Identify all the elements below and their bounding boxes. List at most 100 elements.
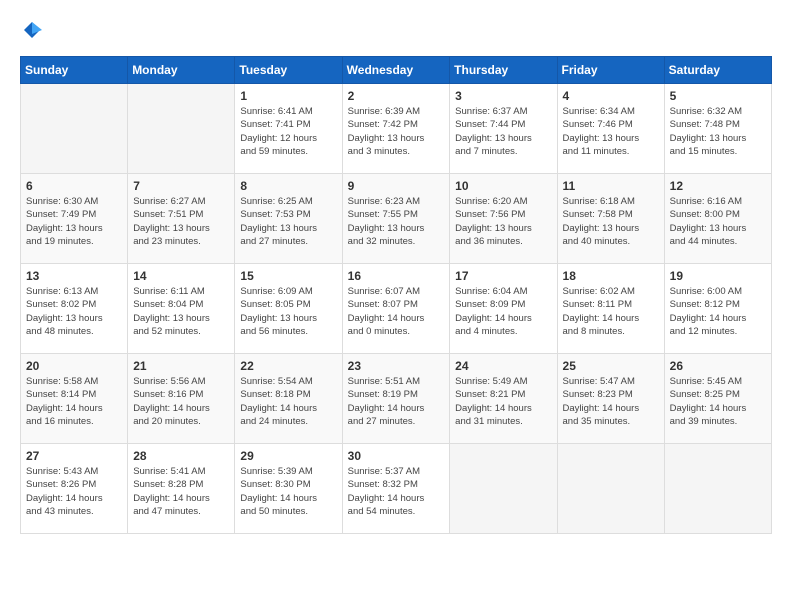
day-info: Sunrise: 6:23 AM Sunset: 7:55 PM Dayligh… — [348, 195, 445, 248]
calendar-cell: 3 Sunrise: 6:37 AM Sunset: 7:44 PM Daylig… — [450, 84, 557, 174]
day-info: Sunrise: 6:32 AM Sunset: 7:48 PM Dayligh… — [670, 105, 766, 158]
calendar-cell: 11Sunrise: 6:18 AM Sunset: 7:58 PM Dayli… — [557, 174, 664, 264]
calendar-cell — [664, 444, 771, 534]
calendar-cell: 6 Sunrise: 6:30 AM Sunset: 7:49 PM Daylig… — [21, 174, 128, 264]
day-number: 21 — [133, 359, 229, 373]
calendar-cell: 5 Sunrise: 6:32 AM Sunset: 7:48 PM Daylig… — [664, 84, 771, 174]
calendar-week-row: 6 Sunrise: 6:30 AM Sunset: 7:49 PM Daylig… — [21, 174, 772, 264]
day-info: Sunrise: 6:41 AM Sunset: 7:41 PM Dayligh… — [240, 105, 336, 158]
day-number: 26 — [670, 359, 766, 373]
calendar-cell: 30Sunrise: 5:37 AM Sunset: 8:32 PM Dayli… — [342, 444, 450, 534]
day-number: 2 — [348, 89, 445, 103]
calendar-cell: 29 Sunrise: 5:39 AM Sunset: 8:30 PM Dayli… — [235, 444, 342, 534]
day-info: Sunrise: 6:34 AM Sunset: 7:46 PM Dayligh… — [563, 105, 659, 158]
calendar-cell: 23Sunrise: 5:51 AM Sunset: 8:19 PM Dayli… — [342, 354, 450, 444]
day-info: Sunrise: 5:58 AM Sunset: 8:14 PM Dayligh… — [26, 375, 122, 428]
day-info: Sunrise: 6:37 AM Sunset: 7:44 PM Dayligh… — [455, 105, 551, 158]
calendar-cell: 9 Sunrise: 6:23 AM Sunset: 7:55 PM Daylig… — [342, 174, 450, 264]
day-number: 25 — [563, 359, 659, 373]
day-number: 29 — [240, 449, 336, 463]
day-info: Sunrise: 6:16 AM Sunset: 8:00 PM Dayligh… — [670, 195, 766, 248]
calendar-cell — [450, 444, 557, 534]
day-number: 27 — [26, 449, 122, 463]
calendar-week-row: 20 Sunrise: 5:58 AM Sunset: 8:14 PM Dayli… — [21, 354, 772, 444]
day-info: Sunrise: 6:20 AM Sunset: 7:56 PM Dayligh… — [455, 195, 551, 248]
day-info: Sunrise: 6:13 AM Sunset: 8:02 PM Dayligh… — [26, 285, 122, 338]
calendar-week-row: 1Sunrise: 6:41 AM Sunset: 7:41 PM Daylig… — [21, 84, 772, 174]
day-number: 22 — [240, 359, 336, 373]
calendar-cell: 26 Sunrise: 5:45 AM Sunset: 8:25 PM Dayli… — [664, 354, 771, 444]
day-number: 4 — [563, 89, 659, 103]
calendar-cell — [557, 444, 664, 534]
header — [20, 20, 772, 40]
calendar-cell: 25 Sunrise: 5:47 AM Sunset: 8:23 PM Dayli… — [557, 354, 664, 444]
weekday-header-sunday: Sunday — [21, 57, 128, 84]
day-number: 12 — [670, 179, 766, 193]
weekday-header-monday: Monday — [128, 57, 235, 84]
day-info: Sunrise: 6:25 AM Sunset: 7:53 PM Dayligh… — [240, 195, 336, 248]
calendar-week-row: 27Sunrise: 5:43 AM Sunset: 8:26 PM Dayli… — [21, 444, 772, 534]
logo — [20, 20, 42, 40]
calendar-cell: 4 Sunrise: 6:34 AM Sunset: 7:46 PM Daylig… — [557, 84, 664, 174]
day-number: 16 — [348, 269, 445, 283]
logo-icon — [22, 20, 42, 40]
calendar-body: 1Sunrise: 6:41 AM Sunset: 7:41 PM Daylig… — [21, 84, 772, 534]
day-info: Sunrise: 6:18 AM Sunset: 7:58 PM Dayligh… — [563, 195, 659, 248]
day-number: 6 — [26, 179, 122, 193]
day-info: Sunrise: 5:49 AM Sunset: 8:21 PM Dayligh… — [455, 375, 551, 428]
calendar-cell: 1Sunrise: 6:41 AM Sunset: 7:41 PM Daylig… — [235, 84, 342, 174]
day-info: Sunrise: 5:39 AM Sunset: 8:30 PM Dayligh… — [240, 465, 336, 518]
calendar-cell: 12 Sunrise: 6:16 AM Sunset: 8:00 PM Dayli… — [664, 174, 771, 264]
calendar-cell: 10 Sunrise: 6:20 AM Sunset: 7:56 PM Dayli… — [450, 174, 557, 264]
calendar-cell: 18Sunrise: 6:02 AM Sunset: 8:11 PM Dayli… — [557, 264, 664, 354]
calendar-cell — [21, 84, 128, 174]
day-info: Sunrise: 6:11 AM Sunset: 8:04 PM Dayligh… — [133, 285, 229, 338]
day-number: 10 — [455, 179, 551, 193]
calendar-cell: 27Sunrise: 5:43 AM Sunset: 8:26 PM Dayli… — [21, 444, 128, 534]
day-number: 7 — [133, 179, 229, 193]
calendar-week-row: 13Sunrise: 6:13 AM Sunset: 8:02 PM Dayli… — [21, 264, 772, 354]
day-info: Sunrise: 6:09 AM Sunset: 8:05 PM Dayligh… — [240, 285, 336, 338]
day-info: Sunrise: 6:02 AM Sunset: 8:11 PM Dayligh… — [563, 285, 659, 338]
day-number: 3 — [455, 89, 551, 103]
weekday-header-saturday: Saturday — [664, 57, 771, 84]
page-container: SundayMondayTuesdayWednesdayThursdayFrid… — [0, 0, 792, 544]
day-info: Sunrise: 6:39 AM Sunset: 7:42 PM Dayligh… — [348, 105, 445, 158]
calendar-cell: 20 Sunrise: 5:58 AM Sunset: 8:14 PM Dayli… — [21, 354, 128, 444]
day-number: 14 — [133, 269, 229, 283]
day-info: Sunrise: 5:54 AM Sunset: 8:18 PM Dayligh… — [240, 375, 336, 428]
day-info: Sunrise: 6:00 AM Sunset: 8:12 PM Dayligh… — [670, 285, 766, 338]
day-number: 28 — [133, 449, 229, 463]
calendar-cell: 8 Sunrise: 6:25 AM Sunset: 7:53 PM Daylig… — [235, 174, 342, 264]
calendar-cell: 19 Sunrise: 6:00 AM Sunset: 8:12 PM Dayli… — [664, 264, 771, 354]
day-number: 23 — [348, 359, 445, 373]
calendar-cell: 2 Sunrise: 6:39 AM Sunset: 7:42 PM Daylig… — [342, 84, 450, 174]
weekday-header-tuesday: Tuesday — [235, 57, 342, 84]
day-number: 8 — [240, 179, 336, 193]
day-number: 24 — [455, 359, 551, 373]
day-info: Sunrise: 6:30 AM Sunset: 7:49 PM Dayligh… — [26, 195, 122, 248]
calendar-cell: 7 Sunrise: 6:27 AM Sunset: 7:51 PM Daylig… — [128, 174, 235, 264]
calendar-cell: 22 Sunrise: 5:54 AM Sunset: 8:18 PM Dayli… — [235, 354, 342, 444]
day-number: 15 — [240, 269, 336, 283]
day-info: Sunrise: 6:07 AM Sunset: 8:07 PM Dayligh… — [348, 285, 445, 338]
calendar-cell: 13Sunrise: 6:13 AM Sunset: 8:02 PM Dayli… — [21, 264, 128, 354]
day-info: Sunrise: 5:47 AM Sunset: 8:23 PM Dayligh… — [563, 375, 659, 428]
day-number: 20 — [26, 359, 122, 373]
weekday-header-friday: Friday — [557, 57, 664, 84]
calendar-cell — [128, 84, 235, 174]
day-number: 30 — [348, 449, 445, 463]
calendar-cell: 21Sunrise: 5:56 AM Sunset: 8:16 PM Dayli… — [128, 354, 235, 444]
day-number: 9 — [348, 179, 445, 193]
calendar-cell: 24 Sunrise: 5:49 AM Sunset: 8:21 PM Dayli… — [450, 354, 557, 444]
day-number: 5 — [670, 89, 766, 103]
day-info: Sunrise: 5:41 AM Sunset: 8:28 PM Dayligh… — [133, 465, 229, 518]
calendar-cell: 14 Sunrise: 6:11 AM Sunset: 8:04 PM Dayli… — [128, 264, 235, 354]
weekday-header-wednesday: Wednesday — [342, 57, 450, 84]
day-info: Sunrise: 6:27 AM Sunset: 7:51 PM Dayligh… — [133, 195, 229, 248]
day-number: 19 — [670, 269, 766, 283]
calendar-header: SundayMondayTuesdayWednesdayThursdayFrid… — [21, 57, 772, 84]
calendar-cell: 28 Sunrise: 5:41 AM Sunset: 8:28 PM Dayli… — [128, 444, 235, 534]
day-info: Sunrise: 5:45 AM Sunset: 8:25 PM Dayligh… — [670, 375, 766, 428]
day-number: 17 — [455, 269, 551, 283]
